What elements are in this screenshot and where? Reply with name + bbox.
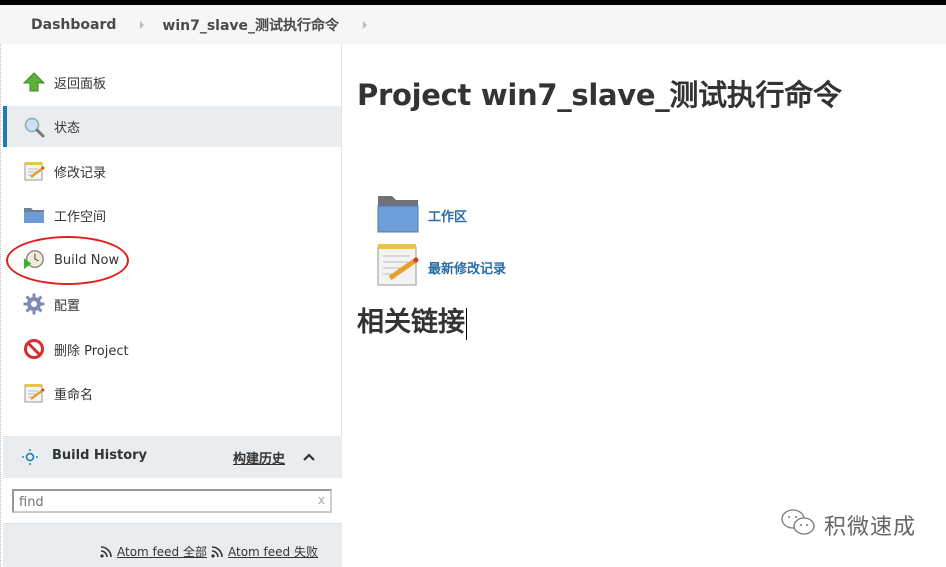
atom-feed-failed-link[interactable]: Atom feed 失败 — [211, 543, 318, 560]
watermark-text: 积微速成 — [824, 515, 917, 540]
build-history-sun-icon — [21, 448, 39, 466]
build-history-header: Build History 构建历史 — [3, 436, 342, 478]
folder-icon — [23, 204, 45, 226]
clear-search-icon[interactable]: x — [318, 493, 325, 507]
breadcrumb-dashboard[interactable]: Dashboard — [31, 17, 116, 33]
notepad-icon — [376, 242, 420, 292]
recent-changes-link[interactable]: 最新修改记录 — [376, 242, 506, 292]
sidebar-item-configure[interactable]: 配置 — [3, 284, 342, 324]
rss-icon — [100, 545, 112, 558]
breadcrumb-chevron-icon[interactable] — [140, 20, 145, 29]
sidebar-item-label: 工作空间 — [54, 209, 107, 225]
build-trend-link[interactable]: 构建历史 — [233, 448, 285, 467]
atom-feed-all-link[interactable]: Atom feed 全部 — [100, 543, 207, 560]
page-title: Project win7_slave_测试执行命令 — [357, 78, 842, 112]
workspace-link[interactable]: 工作区 — [376, 192, 467, 238]
notepad-icon — [23, 382, 45, 404]
rss-icon — [211, 545, 223, 558]
build-history-title: Build History — [52, 448, 148, 463]
sidebar-item-label: 修改记录 — [54, 165, 107, 181]
gear-icon — [23, 293, 45, 315]
breadcrumb-chevron-icon[interactable] — [363, 20, 368, 29]
feed-links-bar: Atom feed 全部 Atom feed 失败 — [3, 523, 342, 567]
sidebar-item-delete-project[interactable]: 删除 Project — [3, 329, 342, 369]
sidebar-item-workspace[interactable]: 工作空间 — [3, 195, 342, 235]
build-history-search-box: x — [12, 489, 332, 513]
no-entry-icon — [23, 338, 45, 360]
sidebar-item-build-now[interactable]: Build Now — [3, 240, 342, 280]
sidebar-item-rename[interactable]: 重命名 — [3, 373, 342, 413]
workspace-link-label: 工作区 — [428, 209, 468, 225]
main-panel: Project win7_slave_测试执行命令 工作区 最新修改记录 相关链… — [342, 44, 946, 567]
collapse-chevron-up-icon[interactable] — [301, 449, 317, 463]
sidebar-item-back-to-dashboard[interactable]: 返回面板 — [3, 62, 342, 102]
sidebar-item-label: 配置 — [54, 298, 81, 314]
breadcrumb-project[interactable]: win7_slave_测试执行命令 — [162, 15, 339, 35]
sidebar-item-label: 状态 — [54, 121, 81, 136]
build-history-search-input[interactable] — [14, 492, 304, 513]
build-history-search-area: x — [3, 478, 342, 522]
atom-feed-all-label: Atom feed 全部 — [117, 545, 207, 559]
watermark: 积微速成 — [780, 508, 916, 542]
atom-feed-failed-label: Atom feed 失败 — [228, 545, 318, 559]
wechat-icon — [780, 508, 818, 542]
related-links-heading-text: 相关链接 — [357, 307, 465, 338]
magnifier-icon — [23, 116, 45, 138]
up-arrow-icon — [23, 71, 45, 93]
sidebar-item-label: 返回面板 — [54, 76, 107, 92]
breadcrumb: Dashboard win7_slave_测试执行命令 — [0, 5, 946, 44]
recent-changes-link-label: 最新修改记录 — [428, 261, 507, 277]
sidebar-item-label: Build Now — [54, 252, 120, 268]
sidebar-item-label: 重命名 — [54, 387, 94, 403]
folder-icon — [376, 192, 420, 238]
sidebar-item-status[interactable]: 状态 — [3, 106, 342, 147]
clock-play-icon — [23, 249, 45, 271]
sidebar-item-label: 删除 Project — [54, 343, 129, 359]
sidebar-item-changes[interactable]: 修改记录 — [3, 151, 342, 191]
related-links-heading: 相关链接 — [357, 300, 467, 340]
notepad-icon — [23, 160, 45, 182]
text-caret — [466, 307, 467, 340]
